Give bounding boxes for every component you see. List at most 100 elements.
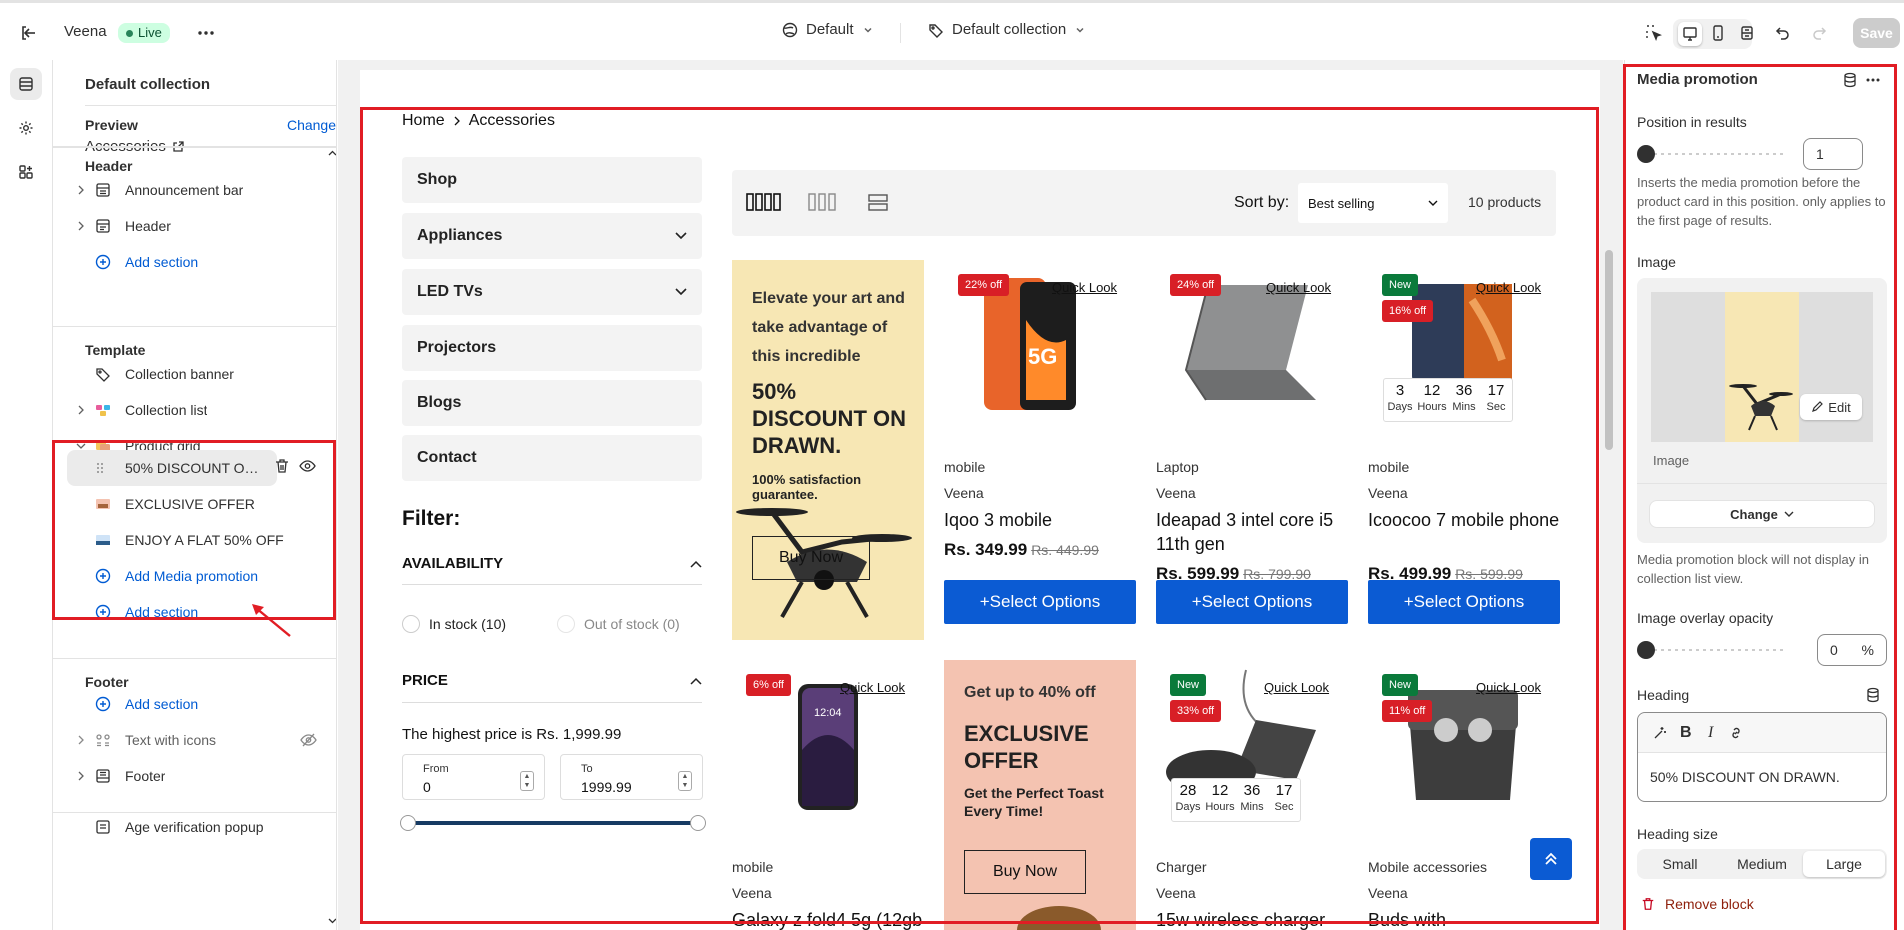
position-slider-track[interactable] bbox=[1647, 153, 1787, 155]
sidebar-item-text-with-icons[interactable]: Text with icons bbox=[73, 724, 324, 756]
nav-blogs[interactable]: Blogs bbox=[402, 380, 702, 426]
grid-4-icon[interactable] bbox=[746, 192, 782, 212]
save-button[interactable]: Save bbox=[1853, 18, 1900, 48]
list-view-icon[interactable] bbox=[868, 192, 888, 212]
range-handle-max[interactable] bbox=[690, 815, 706, 831]
grid-3-icon[interactable] bbox=[808, 192, 836, 212]
price-to-input[interactable]: To 1999.99 ▲ ▼ bbox=[560, 754, 703, 800]
checkbox-circle[interactable] bbox=[557, 615, 575, 633]
apps-icon[interactable] bbox=[10, 156, 42, 188]
mobile-view-icon[interactable] bbox=[1706, 21, 1730, 45]
italic-icon[interactable]: I bbox=[1708, 724, 1713, 742]
quick-look-link[interactable]: Quick Look bbox=[840, 680, 905, 695]
product-title[interactable]: Icoocoo 7 mobile phone bbox=[1368, 508, 1560, 532]
dynamic-source-icon[interactable] bbox=[1865, 687, 1881, 703]
stepper-icon[interactable]: ▲ ▼ bbox=[520, 771, 534, 791]
quick-look-link[interactable]: Quick Look bbox=[1266, 280, 1331, 295]
theme-settings-icon[interactable] bbox=[10, 112, 42, 144]
undo-icon[interactable] bbox=[1771, 21, 1795, 45]
checkbox-circle[interactable] bbox=[402, 615, 420, 633]
sidebar-item-announcement-bar[interactable]: Announcement bar bbox=[73, 174, 324, 206]
inspector-select-icon[interactable] bbox=[1642, 21, 1666, 45]
select-options-button[interactable]: +Select Options bbox=[944, 580, 1136, 624]
media-promotion-card[interactable]: Get up to 40% off EXCLUSIVE OFFER Get th… bbox=[944, 660, 1136, 930]
database-icon[interactable] bbox=[1842, 72, 1858, 88]
size-small-option[interactable]: Small bbox=[1639, 851, 1721, 877]
drag-handle-icon[interactable] bbox=[95, 462, 117, 474]
delete-icon[interactable] bbox=[274, 458, 290, 474]
chevron-right-icon[interactable] bbox=[73, 185, 89, 195]
breadcrumb-home[interactable]: Home bbox=[402, 112, 445, 130]
scroll-to-top-button[interactable] bbox=[1530, 838, 1572, 880]
nav-led-tvs[interactable]: LED TVs bbox=[402, 269, 702, 315]
chevron-right-icon[interactable] bbox=[73, 221, 89, 231]
quick-look-link[interactable]: Quick Look bbox=[1476, 680, 1541, 695]
position-input[interactable]: 1 bbox=[1803, 138, 1863, 170]
product-card[interactable]: 5G 22% off Quick Look mobile Veena Iqoo … bbox=[944, 260, 1136, 640]
fullscreen-view-icon[interactable] bbox=[1735, 21, 1759, 45]
product-title[interactable]: Iqoo 3 mobile bbox=[944, 508, 1136, 532]
range-handle-min[interactable] bbox=[400, 815, 416, 831]
magic-sparkle-icon[interactable] bbox=[1652, 725, 1668, 741]
product-card[interactable]: New 33% off Quick Look 28 Days 12 Hours 36… bbox=[1156, 660, 1348, 930]
nav-projectors[interactable]: Projectors bbox=[402, 325, 702, 371]
product-title[interactable]: 15w wireless charger bbox=[1156, 908, 1348, 930]
chevron-right-icon[interactable] bbox=[73, 771, 89, 781]
opacity-slider-track[interactable] bbox=[1647, 649, 1787, 651]
footer-add-section-button[interactable]: Add section bbox=[73, 688, 324, 720]
price-range-slider[interactable] bbox=[408, 821, 698, 825]
link-icon[interactable] bbox=[1728, 725, 1744, 741]
out-of-stock-checkbox[interactable]: Out of stock (0) bbox=[557, 615, 680, 633]
sidebar-item-footer[interactable]: Footer bbox=[73, 760, 324, 792]
in-stock-checkbox[interactable]: In stock (10) bbox=[402, 615, 506, 633]
product-card[interactable]: 12:04 6% off Quick Look mobile Veena Gal… bbox=[732, 660, 924, 930]
sort-select[interactable]: Best selling bbox=[1298, 183, 1448, 223]
product-title[interactable]: Buds with bbox=[1368, 908, 1560, 930]
block-exclusive-offer[interactable]: EXCLUSIVE OFFER bbox=[89, 488, 324, 520]
nav-contact[interactable]: Contact bbox=[402, 435, 702, 481]
nav-appliances[interactable]: Appliances bbox=[402, 213, 702, 259]
sidebar-item-age-verification[interactable]: Age verification popup bbox=[73, 811, 324, 843]
image-edit-button[interactable]: Edit bbox=[1800, 394, 1862, 420]
preview-change-link[interactable]: Change bbox=[266, 117, 336, 133]
redo-icon[interactable] bbox=[1807, 21, 1831, 45]
desktop-view-icon[interactable] bbox=[1678, 22, 1702, 46]
opacity-slider-handle[interactable] bbox=[1637, 641, 1655, 659]
header-add-section-button[interactable]: Add section bbox=[73, 246, 324, 278]
quick-look-link[interactable]: Quick Look bbox=[1476, 280, 1541, 295]
quick-look-link[interactable]: Quick Look bbox=[1052, 280, 1117, 295]
block-enjoy-flat[interactable]: ENJOY A FLAT 50% OFF bbox=[89, 524, 324, 556]
add-media-promotion-button[interactable]: Add Media promotion bbox=[89, 560, 324, 592]
quick-look-link[interactable]: Quick Look bbox=[1264, 680, 1329, 695]
remove-block-button[interactable]: Remove block bbox=[1641, 896, 1754, 912]
sidebar-item-header[interactable]: Header bbox=[73, 210, 324, 242]
opacity-input[interactable]: 0 % bbox=[1817, 634, 1887, 666]
promo-buy-now-button[interactable]: Buy Now bbox=[752, 536, 870, 580]
product-card[interactable]: 24% off Quick Look Laptop Veena Ideapad … bbox=[1156, 260, 1348, 640]
heading-text-value[interactable]: 50% DISCOUNT ON DRAWN. bbox=[1650, 769, 1840, 785]
sidebar-item-collection-list[interactable]: Collection list bbox=[73, 394, 324, 426]
select-options-button[interactable]: +Select Options bbox=[1156, 580, 1348, 624]
sections-icon[interactable] bbox=[10, 68, 42, 100]
product-title[interactable]: Galaxy z fold4 5g (12gb bbox=[732, 908, 924, 930]
nav-shop[interactable]: Shop bbox=[402, 157, 702, 203]
canvas-scrollbar[interactable] bbox=[1603, 70, 1615, 930]
bold-icon[interactable]: B bbox=[1680, 724, 1692, 742]
stepper-icon[interactable]: ▲ ▼ bbox=[678, 771, 692, 791]
product-card[interactable]: New 16% off Quick Look 3 Days 12 Hours 36 M… bbox=[1368, 260, 1560, 640]
size-medium-option[interactable]: Medium bbox=[1721, 851, 1803, 877]
template-selector[interactable]: Default collection bbox=[928, 21, 1086, 38]
position-slider-handle[interactable] bbox=[1637, 145, 1655, 163]
price-from-input[interactable]: From 0 ▲ ▼ bbox=[402, 754, 545, 800]
availability-toggle[interactable]: AVAILABILITY bbox=[402, 555, 702, 572]
product-card[interactable]: New 11% off Quick Look Mobile accessorie… bbox=[1368, 660, 1560, 930]
promo-buy-now-button[interactable]: Buy Now bbox=[964, 850, 1086, 894]
sidebar-item-collection-banner[interactable]: Collection banner bbox=[73, 358, 324, 390]
chevron-right-icon[interactable] bbox=[73, 405, 89, 415]
media-promotion-card[interactable]: Elevate your art and take advantage of t… bbox=[732, 260, 924, 640]
more-options-icon[interactable] bbox=[1865, 72, 1881, 88]
hidden-eye-slash-icon[interactable] bbox=[300, 732, 317, 748]
visibility-eye-icon[interactable] bbox=[299, 458, 316, 474]
exit-icon[interactable] bbox=[16, 21, 40, 45]
select-options-button[interactable]: +Select Options bbox=[1368, 580, 1560, 624]
